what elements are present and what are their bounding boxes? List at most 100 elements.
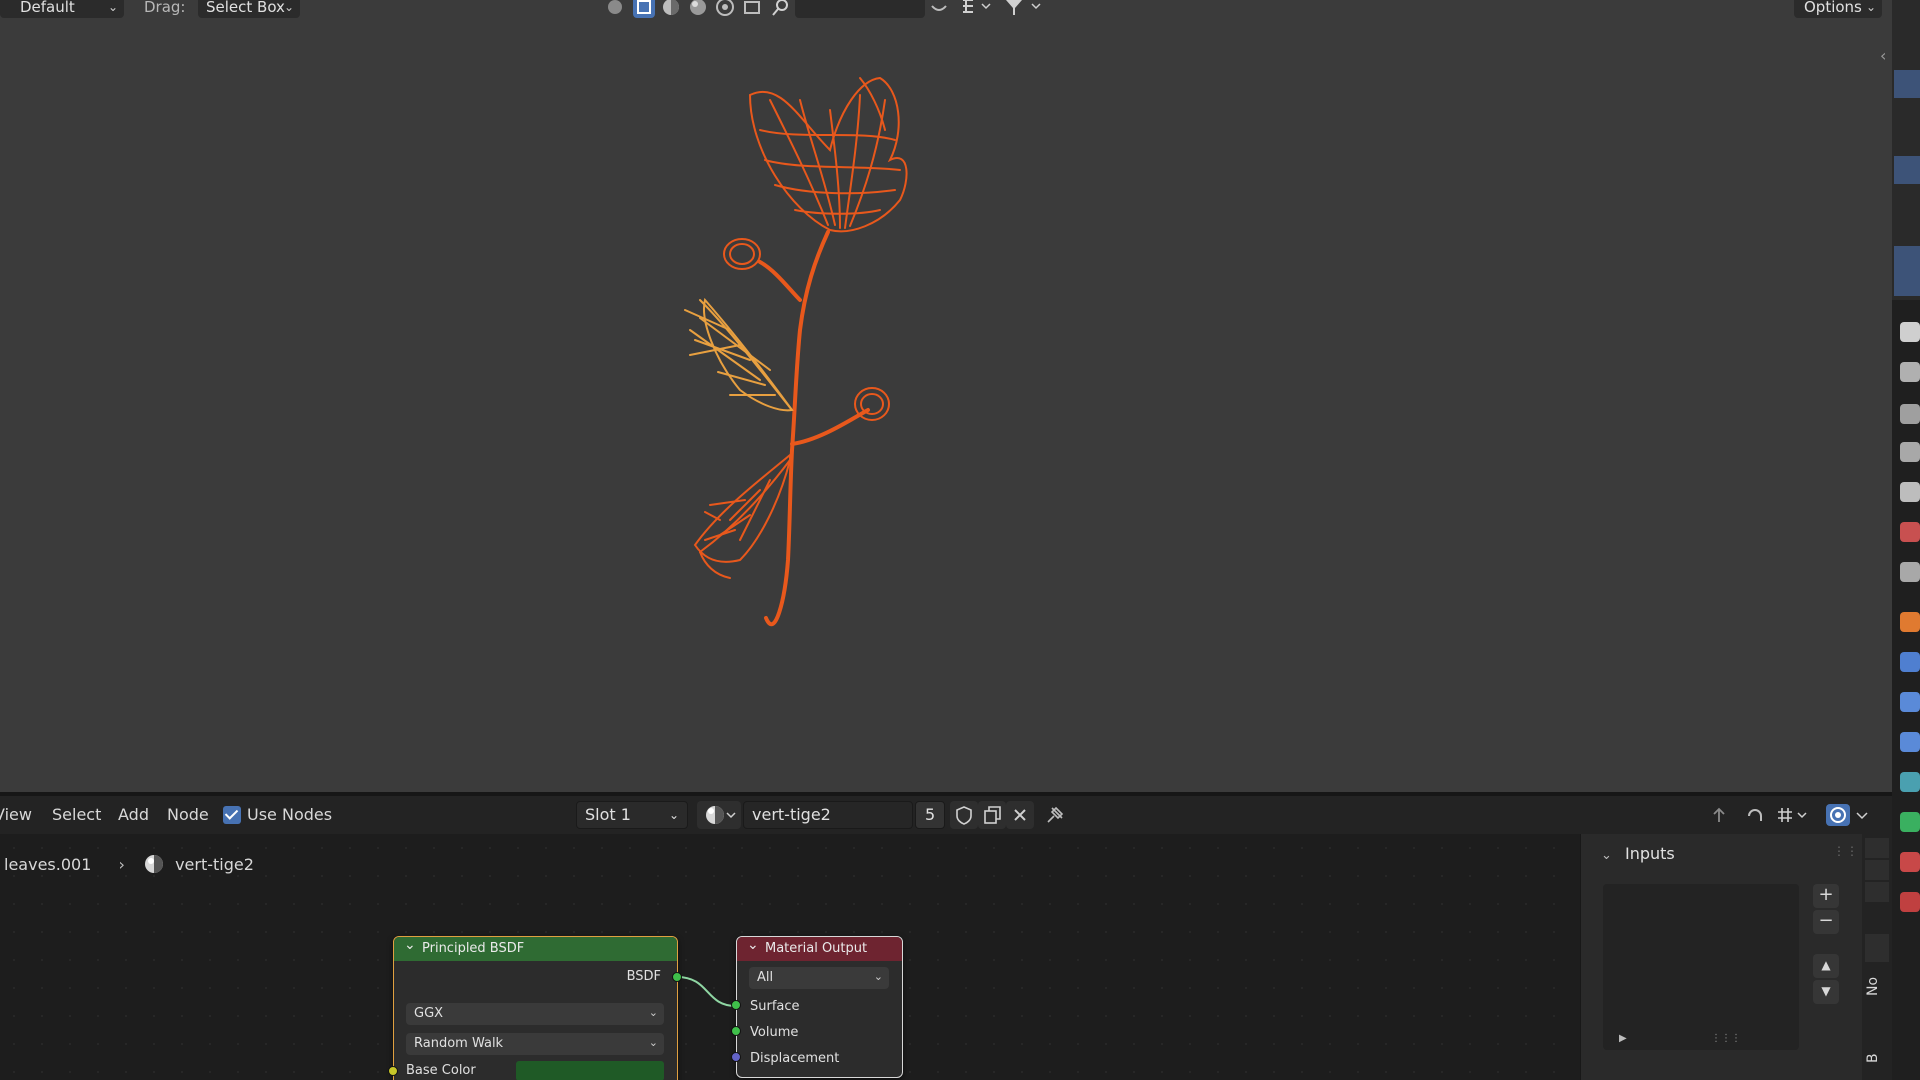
- search-icon[interactable]: [770, 0, 792, 18]
- collection-tab-icon[interactable]: [1900, 562, 1920, 582]
- use-nodes-label: Use Nodes: [247, 805, 333, 824]
- target-dropdown[interactable]: All ⌄: [749, 967, 889, 989]
- distribution-dropdown[interactable]: GGX ⌄: [406, 1003, 664, 1025]
- menu-add[interactable]: Add: [118, 805, 149, 824]
- inputs-panel-header[interactable]: ⌄ Inputs: [1601, 844, 1675, 863]
- slot-value: Slot 1: [585, 805, 631, 824]
- options-dropdown[interactable]: Options ⌄: [1794, 0, 1882, 18]
- resize-handle-icon[interactable]: ⋮⋮⋮: [1711, 1033, 1741, 1044]
- menu-view[interactable]: View: [0, 805, 32, 824]
- pin-icon[interactable]: [1044, 804, 1066, 826]
- base-color-input-socket[interactable]: [388, 1066, 398, 1076]
- proportional-editing-icon[interactable]: [928, 0, 950, 18]
- chevron-down-icon[interactable]: [1852, 804, 1872, 826]
- sidebar-tab-node[interactable]: No: [1865, 964, 1889, 1008]
- chevron-down-icon: ⌄: [648, 1036, 658, 1049]
- surface-input-socket[interactable]: [731, 1000, 741, 1010]
- shading-material-icon[interactable]: [687, 0, 709, 18]
- breadcrumb-material[interactable]: vert-tige2: [175, 855, 254, 874]
- node-header[interactable]: Material Output: [737, 937, 902, 961]
- subsurface-method-dropdown[interactable]: Random Walk ⌄: [406, 1033, 664, 1055]
- outliner-row-selected[interactable]: [1894, 246, 1920, 296]
- duplicate-material-button[interactable]: [978, 801, 1006, 829]
- distribution-value: GGX: [414, 1006, 444, 1021]
- scene-tab-icon[interactable]: [1900, 482, 1920, 502]
- render-tab-icon[interactable]: [1900, 362, 1920, 382]
- filter-icon[interactable]: [1002, 0, 1044, 18]
- base-color-swatch[interactable]: [516, 1061, 664, 1080]
- particles-tab-icon[interactable]: [1900, 692, 1920, 712]
- node-title: Principled BSDF: [422, 941, 525, 956]
- material-tab-icon[interactable]: [1900, 852, 1920, 872]
- chevron-down-icon: ⌄: [668, 808, 679, 822]
- sidebar-tab-blank[interactable]: [1865, 934, 1889, 962]
- snap-grid-icon[interactable]: [1774, 804, 1814, 826]
- properties-tabs: [1892, 300, 1920, 1080]
- collapse-arrow-icon[interactable]: ‹: [1880, 46, 1886, 65]
- output-tab-icon[interactable]: [1900, 404, 1920, 424]
- close-icon: [1014, 809, 1026, 821]
- base-color-label: Base Color: [406, 1063, 476, 1078]
- select-box-tool-icon[interactable]: [633, 0, 655, 18]
- user-count-button[interactable]: 5: [915, 801, 945, 829]
- pivot-point-icon[interactable]: [960, 0, 994, 18]
- move-down-button[interactable]: ▼: [1813, 980, 1839, 1004]
- world-tab-icon[interactable]: [1900, 522, 1920, 542]
- object-tab-icon[interactable]: [1900, 612, 1920, 632]
- inputs-panel-title: Inputs: [1625, 844, 1675, 863]
- overlay-icon[interactable]: [741, 0, 763, 18]
- play-icon[interactable]: ▶: [1619, 1033, 1627, 1044]
- material-browse-button[interactable]: [697, 801, 741, 829]
- material-sphere-icon: [144, 855, 163, 873]
- node-header[interactable]: Principled BSDF: [394, 937, 677, 961]
- 3d-viewport[interactable]: ‹: [0, 0, 1892, 792]
- search-input[interactable]: [795, 0, 925, 18]
- physics-tab-icon[interactable]: [1900, 732, 1920, 752]
- shading-rendered-icon[interactable]: [714, 0, 736, 18]
- tool-tab-icon[interactable]: [1900, 322, 1920, 342]
- data-tab-icon[interactable]: [1900, 812, 1920, 832]
- snap-icon[interactable]: [604, 0, 626, 18]
- principled-bsdf-node[interactable]: Principled BSDF BSDF GGX ⌄ Random Walk ⌄…: [393, 936, 678, 1080]
- material-sphere-icon: [706, 806, 736, 824]
- displacement-input-socket[interactable]: [731, 1052, 741, 1062]
- overlays-toggle-icon[interactable]: [1826, 804, 1850, 826]
- bsdf-output-socket[interactable]: [672, 972, 682, 982]
- drag-select-dropdown[interactable]: Select Box ⌄: [198, 0, 300, 18]
- texture-tab-icon[interactable]: [1900, 892, 1920, 912]
- sidebar-tab-blank[interactable]: [1865, 860, 1889, 880]
- user-count-value: 5: [925, 805, 936, 824]
- sidebar-tab-blank[interactable]: [1865, 882, 1889, 902]
- unlink-material-button[interactable]: [1006, 801, 1034, 829]
- transform-orientation-dropdown[interactable]: Default ⌄: [0, 0, 124, 18]
- shading-solid-icon[interactable]: [660, 0, 682, 18]
- fake-user-button[interactable]: [950, 801, 978, 829]
- sidebar-tab-b[interactable]: B: [1865, 1044, 1889, 1072]
- material-name-field[interactable]: vert-tige2: [743, 801, 913, 829]
- outliner-row-selected[interactable]: [1894, 156, 1920, 184]
- target-value: All: [757, 970, 774, 985]
- slot-dropdown[interactable]: Slot 1 ⌄: [576, 801, 688, 829]
- constraints-tab-icon[interactable]: [1900, 772, 1920, 792]
- remove-input-button[interactable]: −: [1813, 910, 1839, 934]
- parent-node-tree-icon[interactable]: [1708, 804, 1730, 826]
- chevron-down-icon: ⌄: [873, 970, 883, 983]
- add-input-button[interactable]: +: [1813, 884, 1839, 908]
- sidebar-tab-blank[interactable]: [1865, 838, 1889, 858]
- move-up-button[interactable]: ▲: [1813, 954, 1839, 978]
- material-output-node[interactable]: Material Output All ⌄ Surface Volume Dis…: [736, 936, 903, 1078]
- breadcrumb-object[interactable]: leaves.001: [4, 855, 91, 874]
- wireframe-flower-model[interactable]: [0, 0, 1892, 792]
- outliner-row-selected[interactable]: [1894, 70, 1920, 98]
- bsdf-output-label: BSDF: [626, 969, 661, 984]
- use-nodes-checkbox[interactable]: [223, 806, 241, 824]
- chevron-down-icon: ⌄: [1865, 0, 1876, 14]
- menu-node[interactable]: Node: [167, 805, 209, 824]
- volume-input-socket[interactable]: [731, 1026, 741, 1036]
- menu-select[interactable]: Select: [52, 805, 101, 824]
- view-layer-tab-icon[interactable]: [1900, 442, 1920, 462]
- outliner-strip[interactable]: [1892, 0, 1920, 300]
- modifier-tab-icon[interactable]: [1900, 652, 1920, 672]
- inputs-list[interactable]: ▶ ⋮⋮⋮: [1603, 884, 1799, 1050]
- snap-node-icon[interactable]: [1744, 804, 1766, 826]
